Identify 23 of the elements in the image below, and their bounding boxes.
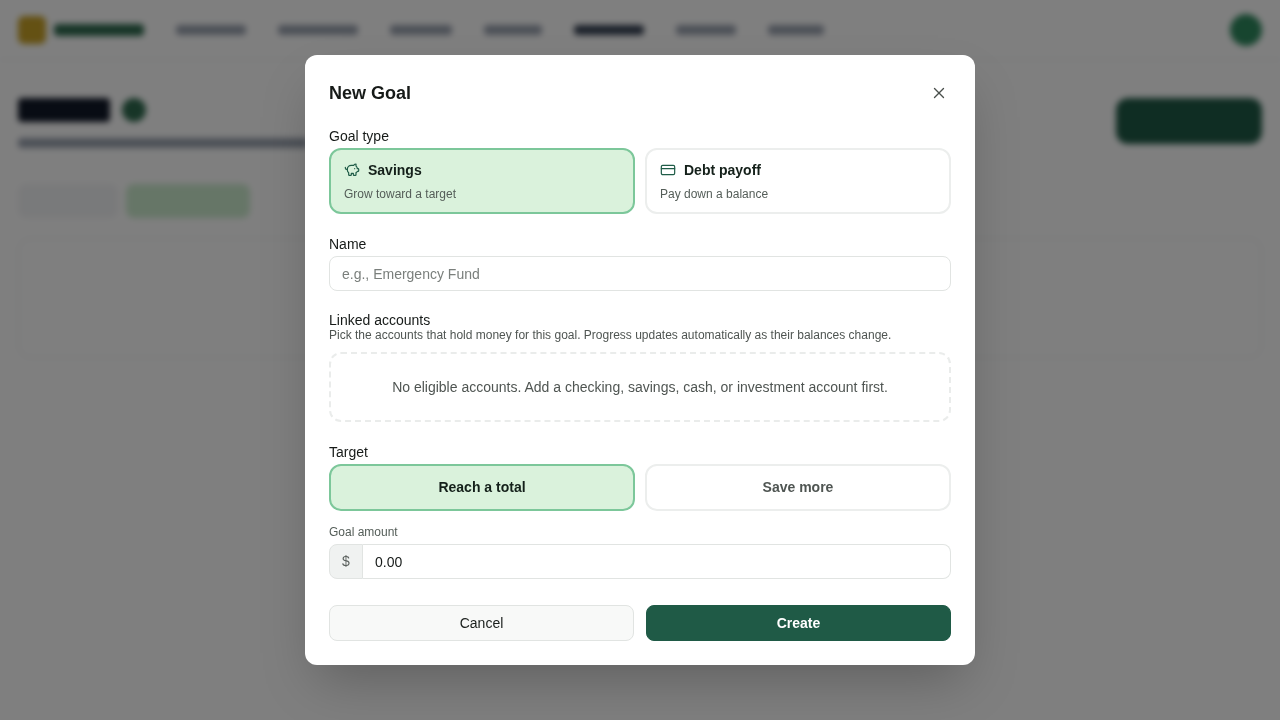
goal-type-option[interactable]: Debt payoff Pay down a balance bbox=[645, 148, 951, 214]
linked-accounts-description: Pick the accounts that hold money for this goal. Progress updates automatically as their balances change. bbox=[329, 328, 893, 342]
goal-type-label: Goal type bbox=[329, 127, 390, 146]
target-label: Target bbox=[329, 443, 369, 462]
empty-accounts-message: No eligible accounts. Add a checking, savings, cash, or investment account first. bbox=[392, 377, 888, 397]
goal-type-description: Grow toward a target bbox=[344, 186, 457, 202]
goal-type-title: Debt payoff bbox=[684, 161, 761, 180]
create-button[interactable]: Create bbox=[646, 605, 951, 641]
target-option[interactable]: Save more bbox=[645, 464, 951, 511]
target-option[interactable]: Reach a total bbox=[329, 464, 635, 511]
goal-type-title: Savings bbox=[368, 161, 422, 180]
linked-accounts-label: Linked accounts bbox=[329, 312, 432, 328]
currency-prefix: $ bbox=[329, 544, 363, 579]
credit-card-icon bbox=[660, 162, 676, 178]
goal-type-description: Pay down a balance bbox=[660, 186, 769, 202]
name-input[interactable]: e.g., Emergency Fund bbox=[329, 256, 951, 291]
goal-amount-input[interactable]: 0.00 bbox=[363, 544, 951, 579]
name-label: Name bbox=[329, 235, 368, 254]
piggy-bank-icon bbox=[344, 162, 360, 178]
goal-amount-label: Goal amount bbox=[329, 524, 399, 540]
cancel-button[interactable]: Cancel bbox=[329, 605, 634, 641]
dialog-title: New Goal bbox=[329, 82, 412, 105]
goal-type-option[interactable]: Savings Grow toward a target bbox=[329, 148, 635, 214]
